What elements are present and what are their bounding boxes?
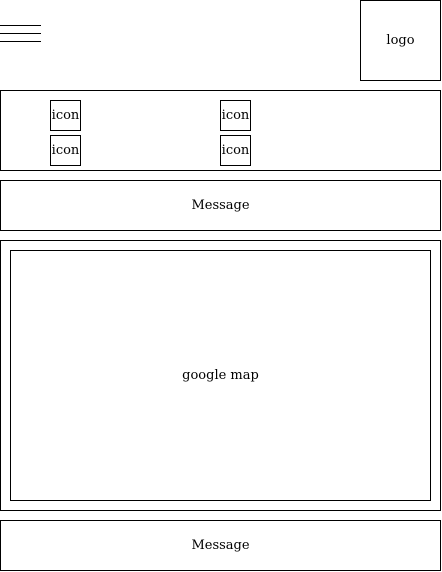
message-text: Message bbox=[191, 538, 250, 553]
icon-label: icon bbox=[221, 143, 250, 158]
message-banner-bottom: Message bbox=[0, 520, 441, 571]
icon-button-1[interactable]: icon bbox=[50, 100, 81, 131]
icon-button-3[interactable]: icon bbox=[50, 135, 81, 166]
menu-bar-3 bbox=[0, 41, 41, 42]
icon-button-4[interactable]: icon bbox=[220, 135, 251, 166]
menu-bar-2 bbox=[0, 33, 41, 34]
map-label: google map bbox=[182, 368, 259, 383]
icon-label: icon bbox=[51, 108, 80, 123]
icon-label: icon bbox=[221, 108, 250, 123]
logo-label: logo bbox=[386, 33, 415, 48]
logo[interactable]: logo bbox=[360, 0, 441, 81]
message-banner-top: Message bbox=[0, 180, 441, 231]
icon-label: icon bbox=[51, 143, 80, 158]
icons-panel: icon icon icon icon bbox=[0, 90, 441, 171]
hamburger-menu-icon[interactable] bbox=[0, 25, 41, 44]
icon-button-2[interactable]: icon bbox=[220, 100, 251, 131]
map-container: google map bbox=[0, 240, 441, 511]
message-text: Message bbox=[191, 198, 250, 213]
menu-bar-1 bbox=[0, 25, 41, 26]
google-map[interactable]: google map bbox=[10, 250, 431, 501]
